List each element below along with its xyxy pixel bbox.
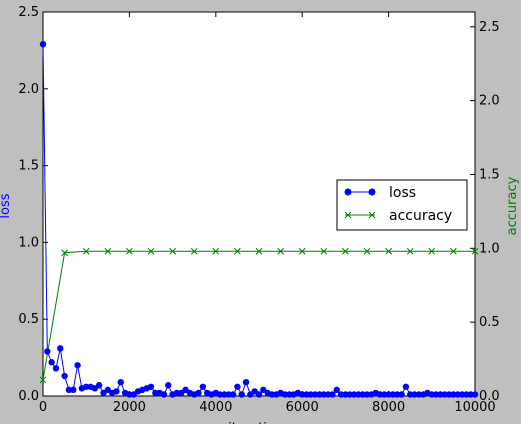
loss-point <box>117 378 124 386</box>
loss-point <box>195 389 202 397</box>
x-tick-label: 0 <box>39 400 47 415</box>
y-right-tick-label: 1.5 <box>479 167 500 182</box>
y-left-tick-label: 2.5 <box>18 5 39 20</box>
loss-point <box>160 391 168 398</box>
y-right-tick-label: 0.5 <box>479 315 500 330</box>
legend-loss-marker <box>368 188 376 196</box>
loss-point <box>229 391 237 398</box>
loss-point <box>242 378 250 386</box>
y-right-tick-label: 0.0 <box>479 389 500 404</box>
x-tick-label: 2000 <box>113 400 146 415</box>
y-axis-left-label: loss <box>0 193 13 218</box>
loss-point <box>471 391 479 398</box>
loss-point <box>199 383 207 390</box>
loss-point <box>113 388 120 395</box>
loss-point <box>39 41 47 48</box>
loss-point <box>402 383 410 390</box>
loss-point <box>398 391 405 398</box>
loss-point <box>52 365 60 372</box>
loss-point <box>238 391 245 398</box>
legend-loss-label: loss <box>389 185 416 201</box>
loss-point <box>48 359 55 366</box>
y-left-tick-label: 1.0 <box>18 235 39 250</box>
x-tick-label: 8000 <box>372 400 405 415</box>
y-left-tick-label: 0.5 <box>18 312 39 327</box>
y-right-tick-label: 2.0 <box>479 94 500 109</box>
loss-point <box>61 372 68 380</box>
loss-point <box>234 383 241 390</box>
chart-figure: 0 2000 4000 6000 8000 10000 0.00.51.01.52.02.… <box>0 5 520 424</box>
loss-point <box>74 362 81 369</box>
loss-point <box>70 386 77 394</box>
legend-loss-marker <box>344 188 352 196</box>
loss-point <box>147 383 155 390</box>
x-tick-label: 6000 <box>286 400 319 415</box>
legend: loss accuracy <box>336 179 468 231</box>
y-left-tick-label: 2.0 <box>18 82 39 97</box>
y-right-tick-label: 1.0 <box>479 241 500 256</box>
y-left-tick-label: 0.0 <box>18 389 39 404</box>
y-axis-right-label: accuracy <box>505 176 520 235</box>
legend-accuracy-label: accuracy <box>389 208 452 224</box>
loss-point <box>165 382 172 389</box>
x-tick-label: 4000 <box>199 400 232 415</box>
loss-point <box>95 382 103 389</box>
y-right-tick-label: 2.5 <box>479 20 500 35</box>
loss-point <box>44 348 51 355</box>
y-left-tick-label: 1.5 <box>18 159 39 174</box>
loss-point <box>57 345 64 352</box>
